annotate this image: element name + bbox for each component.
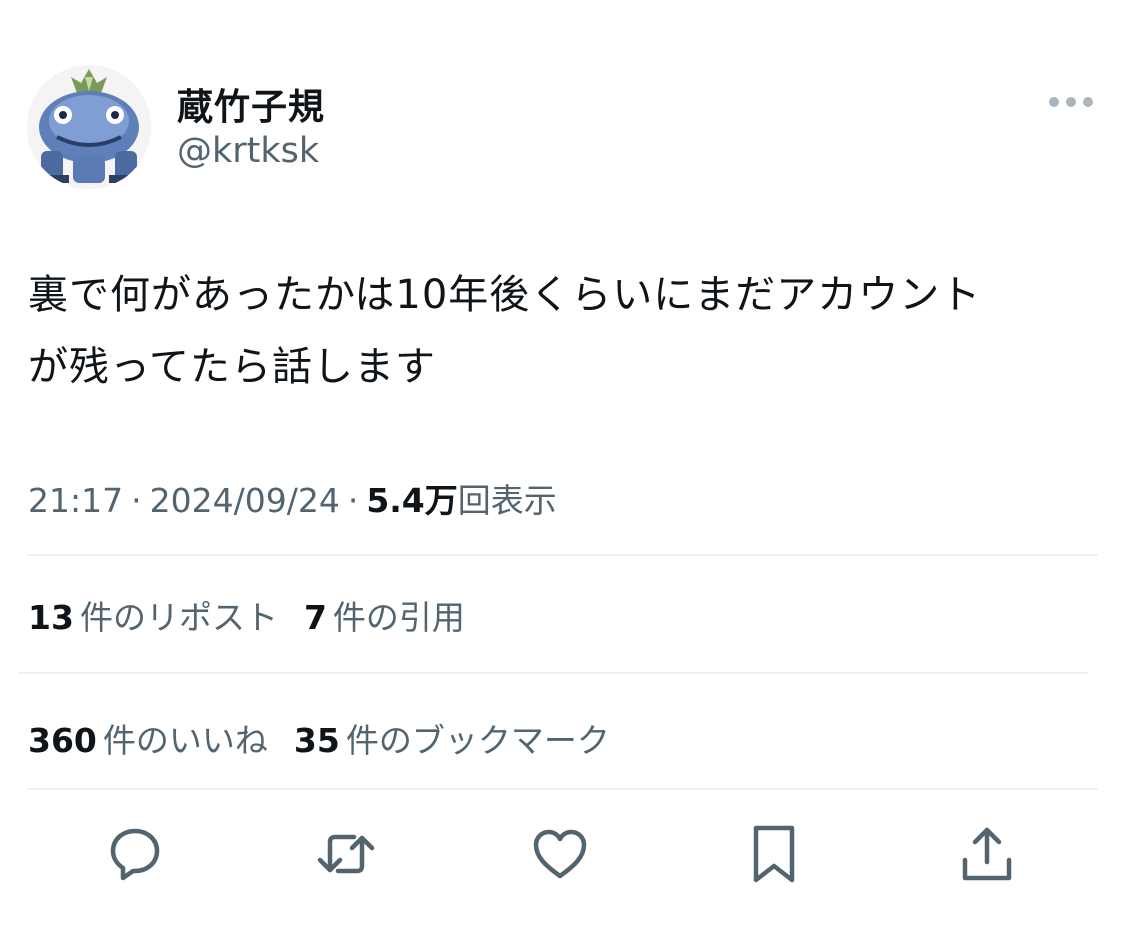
bookmark-button[interactable] — [742, 822, 806, 886]
tweet-meta: 21:17 · 2024/09/24 · 5.4万回表示 — [28, 474, 557, 522]
quote-count: 7 — [303, 598, 327, 637]
author-display-name[interactable]: 蔵竹子規 — [177, 78, 325, 130]
more-options-button[interactable] — [1045, 84, 1097, 120]
avatar[interactable] — [27, 65, 151, 189]
divider — [18, 672, 1088, 674]
share-icon — [962, 827, 1012, 881]
tweet-text-line: 裏で何があったかは10年後くらいにまだアカウント — [28, 272, 982, 318]
tweet-time[interactable]: 21:17 — [28, 481, 123, 520]
views-label: 回表示 — [457, 481, 557, 520]
tweet-date[interactable]: 2024/09/24 — [150, 481, 340, 520]
divider — [26, 788, 1098, 790]
quote-label: 件の引用 — [332, 598, 465, 637]
like-button[interactable] — [528, 822, 592, 886]
reply-icon — [110, 828, 160, 881]
action-bar — [0, 822, 1125, 886]
share-button[interactable] — [955, 822, 1019, 886]
repost-count-link[interactable]: 13 件のリポスト — [28, 591, 278, 639]
tweet-text-line: が残ってたら話します — [28, 344, 436, 390]
like-icon — [533, 829, 587, 879]
repost-icon — [317, 834, 375, 874]
repost-count: 13 — [28, 598, 74, 637]
tweet-text: 裏で何があったかは10年後くらいにまだアカウント が残ってたら話します — [28, 259, 1098, 403]
views-count: 5.4万 — [366, 481, 458, 520]
like-count: 360 — [28, 721, 97, 760]
reply-button[interactable] — [103, 822, 167, 886]
bookmark-label: 件のブックマーク — [345, 721, 610, 760]
bookmark-count: 35 — [293, 721, 340, 760]
quote-count-link[interactable]: 7 件の引用 — [304, 591, 465, 639]
meta-separator: · — [347, 481, 359, 520]
author-handle[interactable]: @krtksk — [177, 131, 319, 171]
divider — [26, 554, 1098, 556]
more-horizontal-icon — [1049, 97, 1093, 107]
meta-separator: · — [131, 481, 142, 520]
bookmark-count-link[interactable]: 35 件のブックマーク — [294, 714, 610, 762]
like-label: 件のいいね — [102, 721, 268, 760]
repost-button[interactable] — [314, 822, 378, 886]
stats-row-reposts: 13 件のリポスト 7 件の引用 — [28, 591, 491, 639]
bookmark-icon — [753, 825, 795, 883]
stats-row-likes: 360 件のいいね 35 件のブックマーク — [28, 714, 636, 762]
pixel-monster-avatar-icon — [27, 65, 151, 189]
repost-label: 件のリポスト — [79, 598, 278, 637]
like-count-link[interactable]: 360 件のいいね — [28, 714, 268, 762]
